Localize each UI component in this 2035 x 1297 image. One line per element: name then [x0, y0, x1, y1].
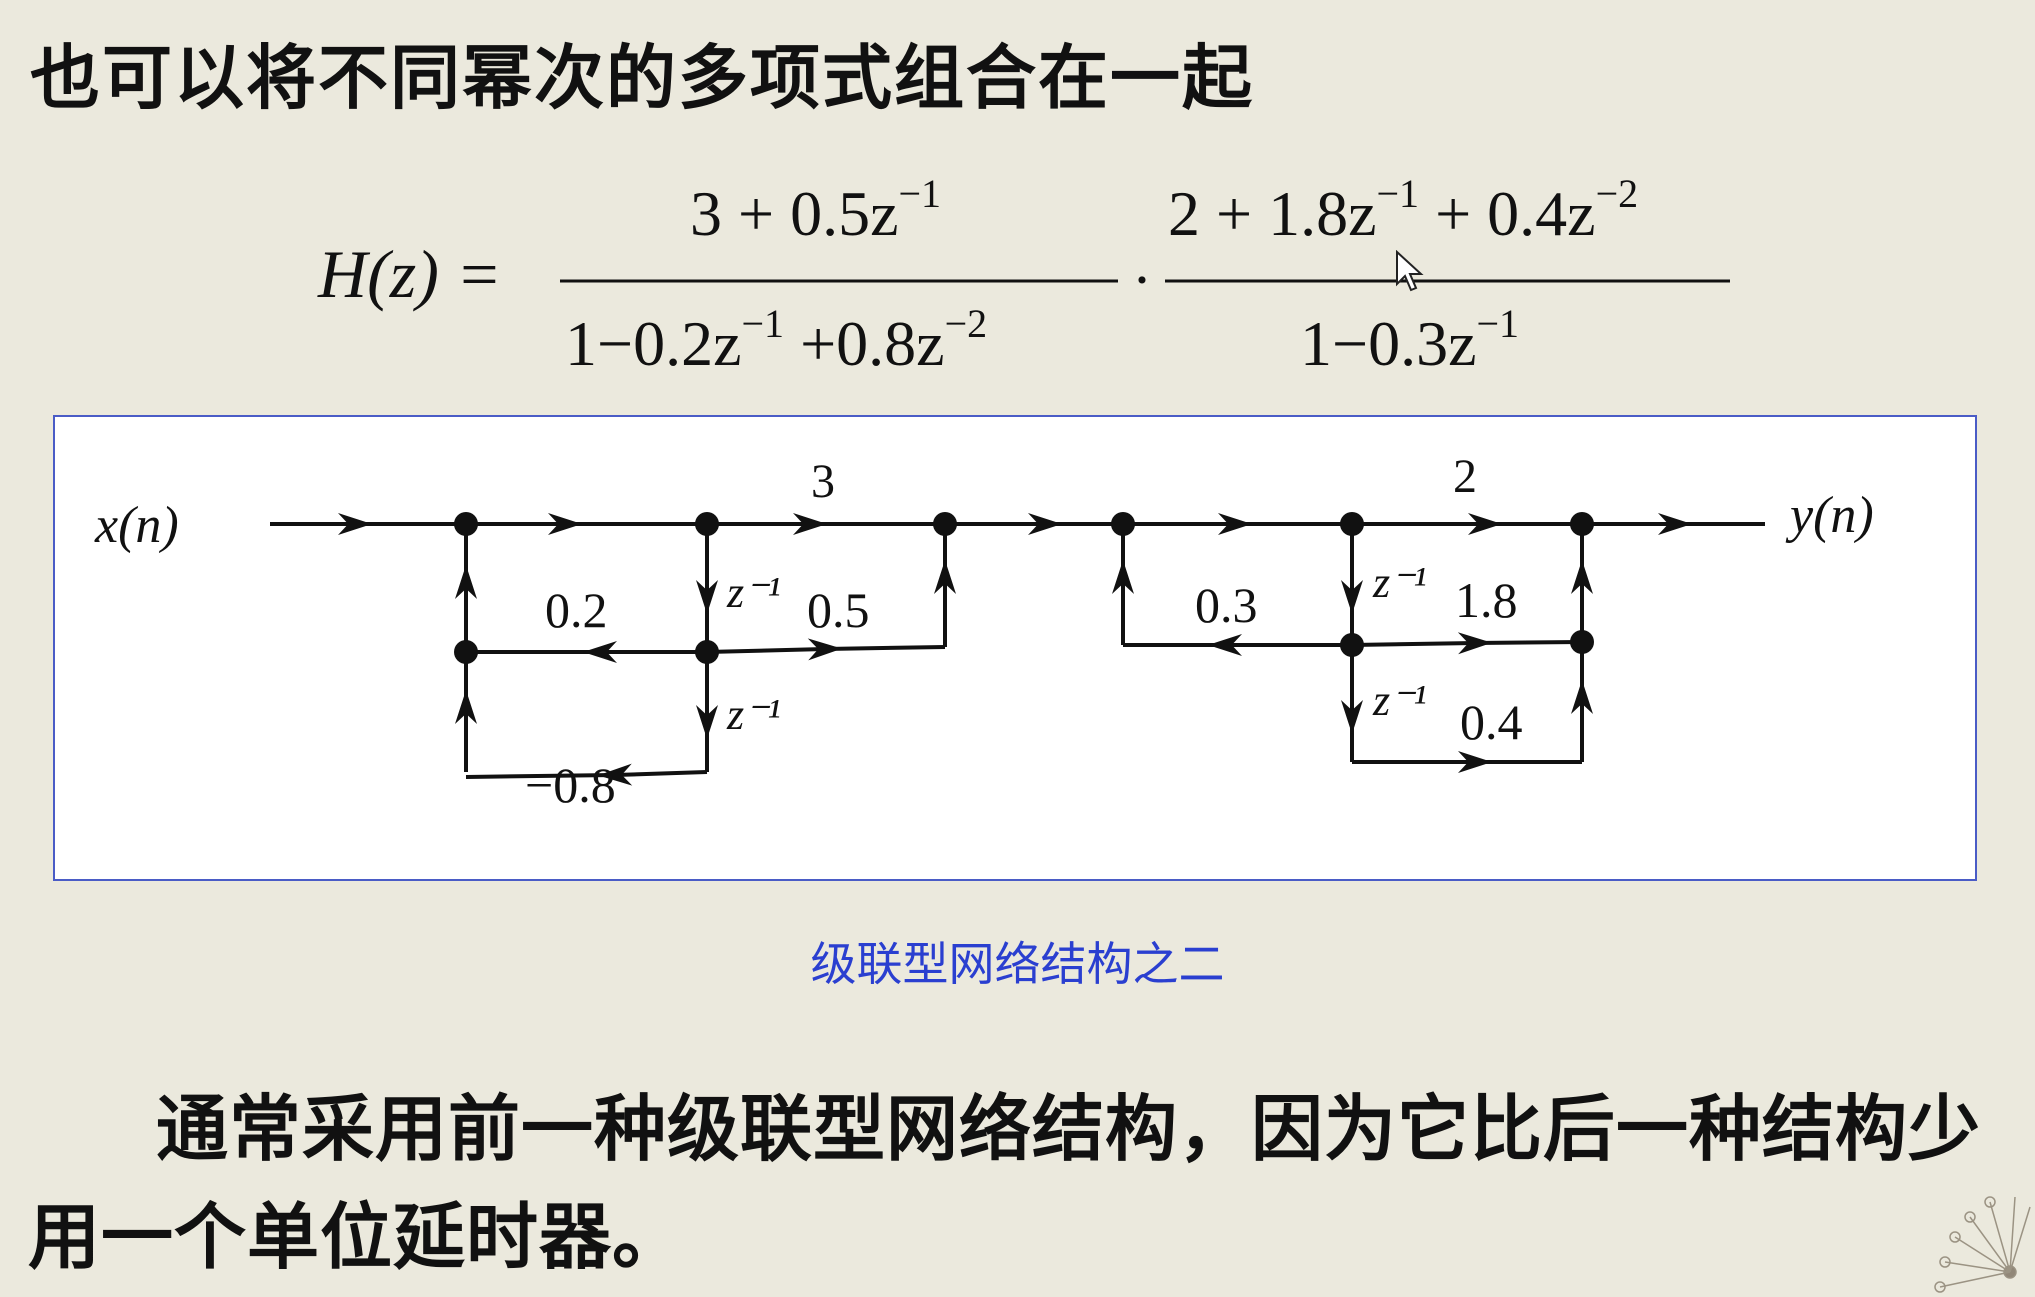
node: [1340, 512, 1364, 536]
delay-label-s1-1: z⁻¹: [726, 568, 781, 617]
output-label: y(n): [1785, 487, 1874, 544]
signal-flow-diagram: x(n) y(n) 3 0.2 0.5 −0.8 z⁻¹ z⁻¹ 2 0.3 1…: [53, 415, 1977, 881]
delay-label-s2-2: z⁻¹: [1372, 676, 1427, 725]
node: [454, 640, 478, 664]
factor1-numerator: 3 + 0.5z−1: [690, 175, 941, 249]
gain-label-s1-neg0.8: −0.8: [525, 757, 616, 813]
dandelion-decoration-icon: [1934, 1196, 2031, 1293]
formula-lhs: H(z) =: [317, 236, 502, 312]
factor2-numerator: 2 + 1.8z−1 + 0.4z−2: [1168, 175, 1638, 249]
gain-label-s2-0.3: 0.3: [1195, 577, 1258, 633]
factor2-denominator: 1−0.3z−1: [1300, 301, 1519, 379]
gain-label-s1-0.5: 0.5: [807, 582, 870, 638]
gain-label-s2-forward: 2: [1453, 450, 1477, 503]
transfer-function-formula: H(z) = 3 + 0.5z−1 1−0.2z−1 +0.8z−2 · 2 +…: [317, 175, 1730, 379]
node: [1570, 512, 1594, 536]
node: [695, 512, 719, 536]
input-label: x(n): [94, 497, 179, 554]
multiply-dot: ·: [1132, 247, 1152, 313]
delay-label-s1-2: z⁻¹: [726, 690, 781, 739]
node: [454, 512, 478, 536]
node: [933, 512, 957, 536]
slide-heading: 也可以将不同幂次的多项式组合在一起: [30, 37, 1254, 119]
node: [1340, 633, 1364, 657]
delay-label-s2-1: z⁻¹: [1372, 558, 1427, 607]
diagram-caption: 级联型网络结构之二: [810, 937, 1225, 991]
node: [695, 640, 719, 664]
gain-label-s2-1.8: 1.8: [1455, 572, 1518, 628]
node: [1570, 630, 1594, 654]
gain-label-s1-forward: 3: [811, 455, 835, 508]
gain-label-s2-0.4: 0.4: [1460, 694, 1523, 750]
mouse-cursor-icon: [1396, 250, 1424, 292]
gain-label-s1-0.2: 0.2: [545, 582, 608, 638]
node: [1111, 512, 1135, 536]
explanation-paragraph: 通常采用前一种级联型网络结构，因为它比后一种结构少用一个单位延时器。: [28, 1087, 1982, 1279]
factor1-denominator: 1−0.2z−1 +0.8z−2: [565, 301, 987, 379]
